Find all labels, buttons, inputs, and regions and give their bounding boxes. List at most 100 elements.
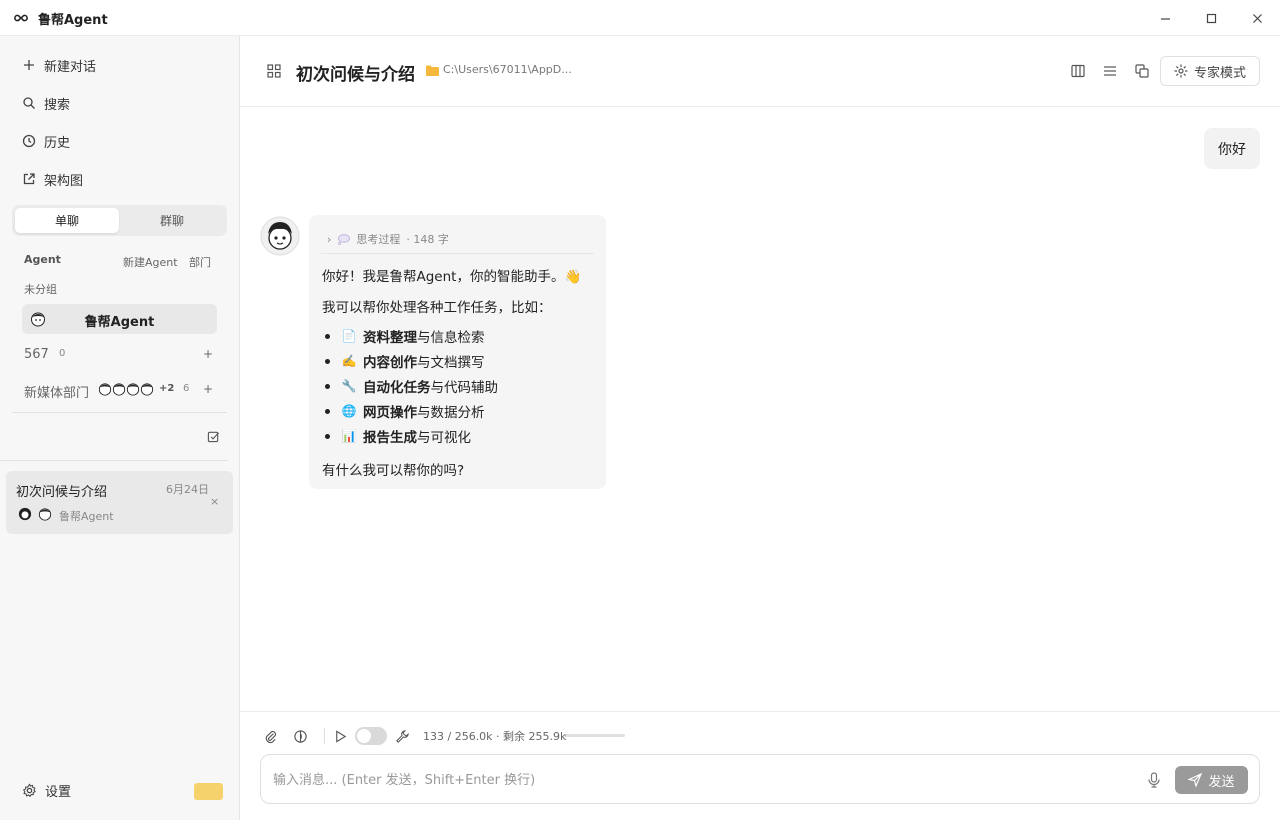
group-count-567: 0 <box>59 348 66 359</box>
history-button[interactable]: 历史 <box>22 129 70 153</box>
document-icon: 📄 <box>341 329 357 343</box>
group-name-567[interactable]: 567 <box>24 347 49 362</box>
globe-icon: 🌐 <box>341 404 357 418</box>
list-item-text: 与文档撰写 <box>417 355 485 371</box>
plus-icon <box>24 60 34 70</box>
grid-icon[interactable] <box>266 63 282 79</box>
group-count-media: 6 <box>183 383 190 394</box>
thinking-toggle[interactable]: › 思考过程 · 148 字 <box>327 231 449 247</box>
tab-group-chat[interactable]: 群聊 <box>120 208 224 233</box>
list-item-bold: 网页操作 <box>363 405 417 421</box>
list-item-text: 与代码辅助 <box>430 380 499 396</box>
message-input[interactable] <box>273 770 1133 790</box>
message-closing: 有什么我可以帮你的吗? <box>322 463 465 479</box>
list-item-text: 与数据分析 <box>417 405 485 421</box>
list-item: 📊 报告生成 与可视化 <box>325 426 471 446</box>
sidebar: 新建对话 搜索 历史 架构图 单聊 群聊 Agent 新建Agent 部门 未分… <box>0 36 240 820</box>
send-icon <box>1188 773 1203 787</box>
token-usage: 133 / 256.0k · 剩余 255.9k <box>423 730 567 743</box>
wrench-icon[interactable] <box>395 729 410 744</box>
agent-item-lubang[interactable]: 鲁帮Agent <box>22 304 217 334</box>
minimize-button[interactable] <box>1142 0 1188 36</box>
decorative-sticker-icon <box>194 783 223 800</box>
bullet-dot <box>325 333 330 339</box>
thought-bubble-icon <box>338 233 351 245</box>
copy-icon[interactable] <box>1134 63 1150 79</box>
agent-avatar-icon <box>260 216 300 256</box>
agent-name: 鲁帮Agent <box>84 315 155 330</box>
sidebar-divider <box>0 460 228 461</box>
list-item-bold: 资料整理 <box>363 330 417 346</box>
folder-icon <box>426 65 439 76</box>
search-label: 搜索 <box>44 97 71 113</box>
edit-checkbox-icon[interactable] <box>207 430 220 443</box>
conversation-close-button[interactable]: × <box>210 495 219 508</box>
sidebar-divider <box>12 412 227 413</box>
writing-hand-icon: ✍️ <box>341 354 357 368</box>
composer: 133 / 256.0k · 剩余 255.9k 发送 <box>240 711 1280 820</box>
thinking-divider <box>321 253 594 254</box>
user-message-text: 你好 <box>1218 141 1246 158</box>
clock-icon <box>22 134 36 148</box>
member-avatar-icon <box>126 383 140 396</box>
new-chat-label: 新建对话 <box>44 59 97 75</box>
columns-icon[interactable] <box>1070 63 1086 79</box>
token-usage-bar <box>565 734 625 737</box>
department-link[interactable]: 部门 <box>189 254 211 270</box>
architecture-button[interactable]: 架构图 <box>22 167 83 191</box>
bullet-dot <box>325 383 330 389</box>
expert-mode-label: 专家模式 <box>1193 65 1246 81</box>
title-bar: 鲁帮Agent <box>0 0 1280 36</box>
bullet-dot <box>325 433 330 439</box>
bar-chart-icon: 📊 <box>341 429 357 443</box>
sparkle-icon <box>1174 64 1188 78</box>
bullet-dot <box>325 358 330 364</box>
list-item: 🌐 网页操作 与数据分析 <box>325 401 485 421</box>
microphone-icon[interactable] <box>1147 772 1161 788</box>
group-extra-members: +2 <box>159 383 175 394</box>
tab-single-chat[interactable]: 单聊 <box>15 208 119 233</box>
group-name-media[interactable]: 新媒体部门 <box>24 382 89 401</box>
minimize-icon <box>1160 17 1170 20</box>
chat-header: 初次问候与介绍 C:\Users\67011\AppD... 专家模式 <box>240 36 1280 107</box>
token-usage-fill <box>565 734 566 737</box>
user-avatar-icon <box>18 507 32 521</box>
new-agent-link[interactable]: 新建Agent <box>123 254 178 270</box>
list-item: 📄 资料整理 与信息检索 <box>325 326 485 346</box>
chat-mode-tabs: 单聊 群聊 <box>12 205 227 236</box>
group-member-avatars <box>98 382 154 396</box>
send-label: 发送 <box>1208 774 1235 790</box>
settings-button[interactable]: 设置 <box>22 781 71 800</box>
contrast-icon[interactable] <box>293 729 308 744</box>
agent-avatar-icon <box>38 508 52 521</box>
agent-section-label: Agent <box>24 253 61 266</box>
list-item-bold: 内容创作 <box>363 355 417 371</box>
list-item-bold: 自动化任务 <box>363 380 431 396</box>
list-icon[interactable] <box>1102 63 1118 79</box>
architecture-label: 架构图 <box>44 173 84 189</box>
member-avatar-icon <box>112 383 126 396</box>
auto-run-toggle[interactable] <box>355 727 387 745</box>
add-to-group-media-button[interactable]: + <box>203 382 213 396</box>
workspace-path[interactable]: C:\Users\67011\AppD... <box>443 63 572 76</box>
maximize-button[interactable] <box>1188 0 1234 36</box>
history-label: 历史 <box>44 135 71 151</box>
expert-mode-button[interactable]: 专家模式 <box>1160 56 1260 86</box>
conversation-title: 初次问候与介绍 <box>16 485 108 500</box>
member-avatar-icon <box>98 383 112 396</box>
conversation-agent-name: 鲁帮Agent <box>59 510 114 523</box>
search-button[interactable]: 搜索 <box>22 91 70 115</box>
app-logo-icon <box>14 14 28 22</box>
paperclip-icon[interactable] <box>263 729 278 744</box>
play-icon[interactable] <box>333 729 348 744</box>
new-chat-button[interactable]: 新建对话 <box>22 53 96 77</box>
conversation-item[interactable]: 初次问候与介绍 6月24日 × 鲁帮Agent <box>6 471 233 534</box>
add-to-group-567-button[interactable]: + <box>203 347 213 361</box>
page-title: 初次问候与介绍 <box>296 65 415 85</box>
list-item: ✍️ 内容创作 与文档撰写 <box>325 351 485 371</box>
ungrouped-label: 未分组 <box>24 283 57 296</box>
close-window-button[interactable] <box>1234 0 1280 36</box>
send-button[interactable]: 发送 <box>1175 766 1248 794</box>
thinking-label: 思考过程 <box>356 233 401 246</box>
settings-label: 设置 <box>45 785 72 800</box>
